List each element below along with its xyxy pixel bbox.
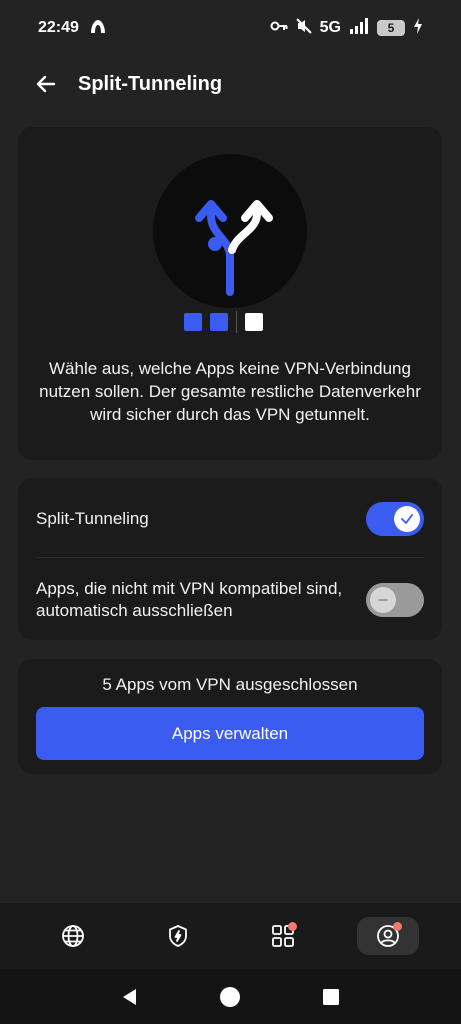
system-back-button[interactable] [110, 977, 150, 1017]
notification-badge [288, 922, 298, 931]
system-nav-bar [0, 969, 461, 1024]
triangle-back-icon [123, 988, 137, 1005]
manage-apps-button[interactable]: Apps verwalten [36, 707, 424, 760]
excluded-apps-card: 5 Apps vom VPN ausgeschlossen Apps verwa… [18, 659, 442, 774]
settings-card: Split-Tunneling Apps, die nicht mit VPN … [18, 478, 442, 640]
page-title: Split-Tunneling [78, 72, 223, 95]
globe-icon [61, 925, 84, 947]
check-icon [401, 514, 413, 524]
toggle-knob [370, 587, 396, 613]
arrow-left-icon [36, 75, 56, 93]
shield-bolt-icon [168, 925, 187, 947]
system-home-button[interactable] [210, 977, 250, 1017]
nav-profile[interactable] [357, 917, 420, 955]
status-bar: 22:49 5G 5 [0, 0, 461, 56]
info-card: Wähle aus, welche Apps keine VPN-Verbind… [18, 127, 442, 460]
circle-home-icon [220, 986, 241, 1007]
pager-indicator [184, 311, 263, 333]
vpn-key-icon [270, 19, 288, 37]
nav-locations[interactable] [42, 917, 104, 955]
signal-icon [349, 17, 369, 39]
toggle-knob [394, 506, 420, 532]
excluded-apps-count: 5 Apps vom VPN ausgeschlossen [102, 675, 358, 694]
square-recents-icon [322, 988, 339, 1005]
app-bar: Split-Tunneling [0, 56, 461, 112]
battery-indicator: 5 [377, 20, 405, 36]
split-tunnel-illustration [153, 154, 307, 308]
split-tunneling-row[interactable]: Split-Tunneling [36, 500, 424, 538]
divider [36, 557, 424, 558]
mute-icon [295, 17, 312, 39]
description-text: Wähle aus, welche Apps keine VPN-Verbind… [39, 359, 421, 424]
status-time: 22:49 [38, 19, 79, 36]
split-arrows-icon [195, 200, 273, 296]
pager-dot [245, 313, 263, 331]
minus-icon [378, 599, 388, 601]
app-notification-icon [89, 18, 107, 39]
back-button[interactable] [32, 70, 60, 98]
split-tunneling-toggle[interactable] [366, 502, 424, 536]
pager-divider [236, 311, 237, 333]
charging-icon [413, 17, 423, 39]
system-recents-button[interactable] [311, 977, 351, 1017]
auto-exclude-row[interactable]: Apps, die nicht mit VPN kompatibel sind,… [36, 578, 424, 622]
network-type: 5G [319, 19, 341, 36]
auto-exclude-toggle[interactable] [366, 583, 424, 617]
split-tunneling-label: Split-Tunneling [36, 509, 149, 528]
pager-dot [210, 313, 228, 331]
pager-dot [184, 313, 202, 331]
auto-exclude-label: Apps, die nicht mit VPN kompatibel sind,… [36, 579, 343, 620]
nav-protection[interactable] [147, 917, 209, 955]
bottom-nav [0, 903, 461, 969]
notification-badge [393, 922, 403, 931]
nav-apps[interactable] [252, 917, 314, 955]
